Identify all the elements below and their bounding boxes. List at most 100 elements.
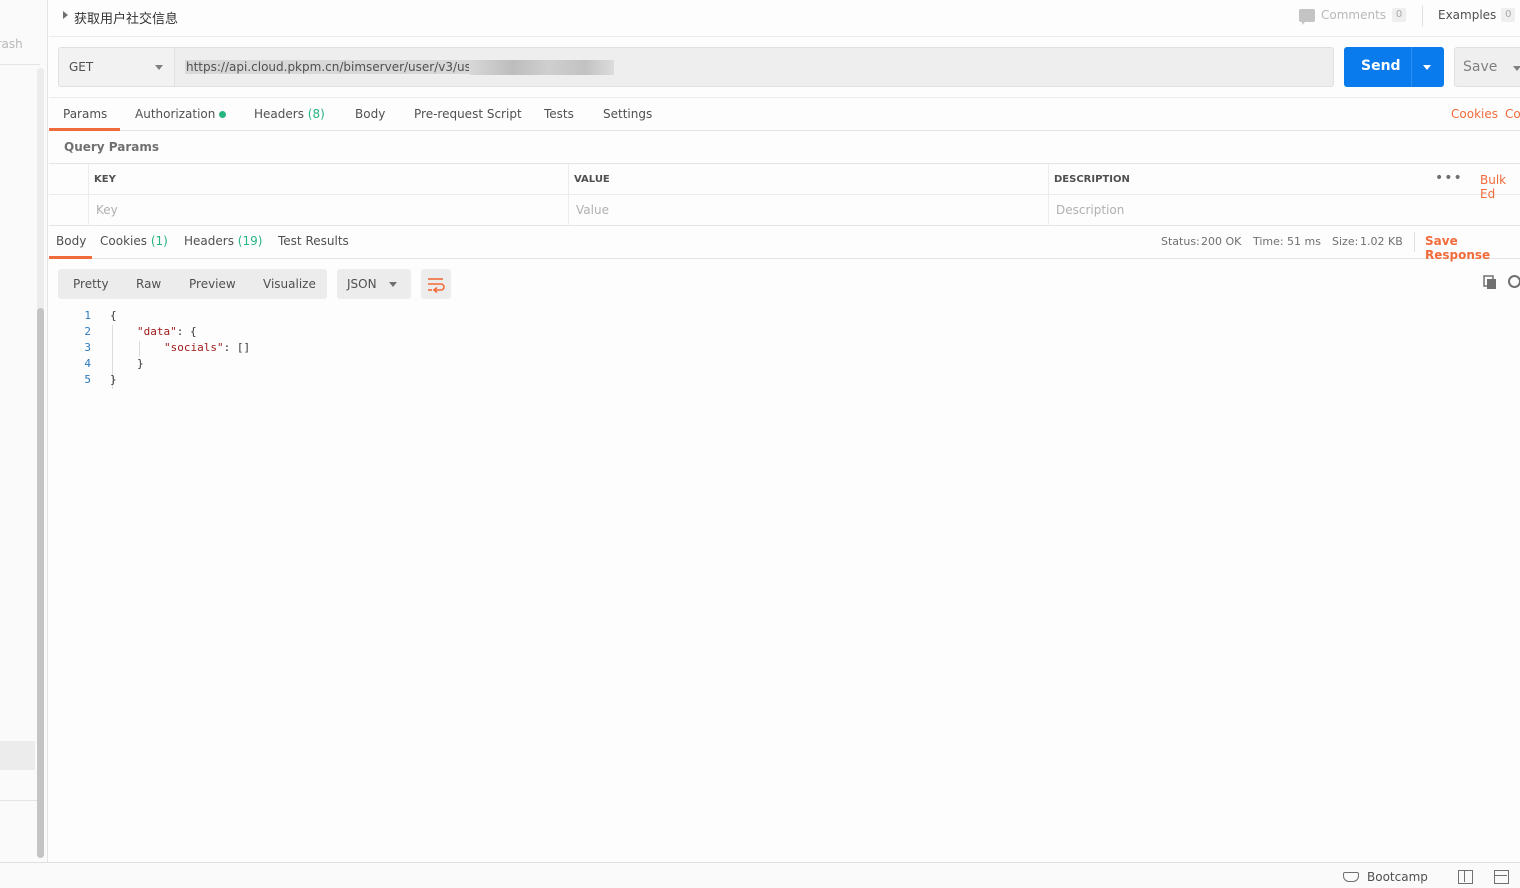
size-label: Size: bbox=[1332, 235, 1359, 248]
url-text: https://api.cloud.pkpm.cn/bimserver/user… bbox=[185, 60, 491, 74]
url-input[interactable]: https://api.cloud.pkpm.cn/bimserver/user… bbox=[174, 47, 1334, 87]
comments-button[interactable]: Comments 0 bbox=[1299, 8, 1407, 25]
line-number: 3 bbox=[84, 341, 91, 354]
request-tabs: Params Authorization Headers (8) Body Pr… bbox=[49, 97, 1520, 131]
json-punct: : { bbox=[176, 325, 197, 338]
method-select[interactable]: GET bbox=[58, 47, 174, 87]
save-response-button[interactable]: Save Response bbox=[1425, 234, 1520, 262]
value-input[interactable]: Value bbox=[576, 203, 609, 217]
sidebar-item-trash[interactable]: Trash bbox=[0, 37, 23, 51]
tab-response-headers-label: Headers bbox=[184, 234, 234, 248]
column-divider bbox=[568, 164, 569, 226]
query-params-table: KEY VALUE DESCRIPTION ••• Bulk Ed Key Va… bbox=[49, 163, 1520, 226]
wrap-lines-icon bbox=[428, 278, 445, 294]
view-preview-button[interactable]: Preview bbox=[189, 277, 236, 291]
send-label: Send bbox=[1361, 58, 1401, 74]
view-visualize-button[interactable]: Visualize bbox=[263, 277, 316, 291]
wrap-lines-button[interactable] bbox=[421, 269, 451, 299]
json-key: "socials" bbox=[164, 341, 224, 354]
key-input[interactable]: Key bbox=[96, 203, 118, 217]
description-input[interactable]: Description bbox=[1056, 203, 1124, 217]
line-number: 4 bbox=[84, 357, 91, 370]
code-line: "socials": [] bbox=[164, 341, 250, 354]
code-line: "data": { bbox=[137, 325, 197, 338]
query-params-title: Query Params bbox=[64, 140, 160, 154]
column-divider bbox=[88, 164, 89, 226]
tab-authorization[interactable]: Authorization bbox=[135, 107, 227, 121]
status-value: 200 OK bbox=[1201, 235, 1242, 248]
tab-authorization-label: Authorization bbox=[135, 107, 216, 121]
table-header-row bbox=[49, 164, 1520, 195]
send-split-divider bbox=[1411, 47, 1412, 87]
tab-body[interactable]: Body bbox=[355, 107, 385, 121]
tab-headers-label: Headers bbox=[254, 107, 304, 121]
send-options-chevron-icon[interactable] bbox=[1423, 65, 1431, 70]
sidebar: Trash bbox=[0, 0, 48, 862]
divider bbox=[1414, 232, 1415, 252]
tab-response-headers-count: (19) bbox=[237, 234, 263, 248]
tab-prerequest-script[interactable]: Pre-request Script bbox=[414, 107, 522, 121]
method-label: GET bbox=[69, 60, 94, 74]
tab-headers-count: (8) bbox=[307, 107, 325, 121]
sidebar-divider bbox=[0, 64, 40, 65]
time-value: 51 ms bbox=[1287, 235, 1321, 248]
response-tabs: Body Cookies (1) Headers (19) Test Resul… bbox=[49, 226, 1520, 262]
view-mode-segmented-control: Pretty Raw Preview Visualize bbox=[58, 269, 327, 299]
sidebar-scrollbar-thumb[interactable] bbox=[37, 308, 44, 858]
expand-caret-icon[interactable] bbox=[63, 11, 68, 19]
time-label: Time: bbox=[1253, 235, 1284, 248]
code-line: } bbox=[137, 357, 144, 370]
tab-response-body[interactable]: Body bbox=[56, 234, 86, 248]
code-line: { bbox=[110, 309, 117, 322]
indent-guide bbox=[139, 341, 140, 357]
tab-headers[interactable]: Headers (8) bbox=[254, 107, 325, 121]
cookies-link[interactable]: Cookies bbox=[1451, 107, 1498, 121]
tab-settings[interactable]: Settings bbox=[603, 107, 652, 121]
search-icon[interactable] bbox=[1508, 275, 1520, 288]
request-pane: 获取用户社交信息 Comments 0 Examples 0 GET https… bbox=[49, 0, 1520, 862]
tab-test-results[interactable]: Test Results bbox=[278, 234, 349, 248]
sidebar-divider bbox=[0, 800, 40, 801]
bootcamp-label: Bootcamp bbox=[1367, 870, 1428, 884]
status-label: Status: bbox=[1161, 235, 1200, 248]
examples-button[interactable]: Examples 0 bbox=[1438, 8, 1516, 22]
bulk-edit-link[interactable]: Bulk Ed bbox=[1480, 173, 1520, 201]
status-bar: Bootcamp bbox=[0, 862, 1520, 888]
format-label: JSON bbox=[347, 277, 377, 291]
examples-label: Examples bbox=[1438, 8, 1497, 22]
bootcamp-button[interactable]: Bootcamp bbox=[1343, 870, 1428, 884]
line-number: 5 bbox=[84, 373, 91, 386]
layout-toggle-icon[interactable] bbox=[1494, 870, 1509, 884]
tab-response-cookies[interactable]: Cookies (1) bbox=[100, 234, 168, 248]
more-options-icon[interactable]: ••• bbox=[1435, 170, 1463, 186]
save-button[interactable]: Save bbox=[1454, 47, 1520, 87]
chevron-down-icon bbox=[155, 65, 163, 70]
copy-icon[interactable] bbox=[1483, 275, 1497, 289]
save-options-chevron-icon[interactable] bbox=[1513, 66, 1520, 71]
divider bbox=[1422, 6, 1423, 26]
active-tab-indicator bbox=[49, 128, 120, 131]
examples-count-badge: 0 bbox=[1501, 8, 1516, 22]
comments-label: Comments bbox=[1321, 8, 1387, 22]
active-tab-indicator bbox=[49, 256, 92, 259]
chevron-down-icon bbox=[389, 282, 397, 287]
format-select[interactable]: JSON bbox=[337, 269, 411, 299]
view-pretty-button[interactable]: Pretty bbox=[73, 277, 109, 291]
size-value: 1.02 KB bbox=[1360, 235, 1403, 248]
status-dot-icon bbox=[219, 111, 227, 118]
divider bbox=[49, 36, 1520, 37]
two-pane-view-icon[interactable] bbox=[1458, 870, 1473, 884]
json-punct: : [] bbox=[223, 341, 251, 354]
send-button[interactable]: Send bbox=[1344, 47, 1444, 87]
view-raw-button[interactable]: Raw bbox=[136, 277, 161, 291]
request-title[interactable]: 获取用户社交信息 bbox=[74, 8, 178, 27]
sidebar-selected-item[interactable] bbox=[0, 741, 35, 770]
tab-response-headers[interactable]: Headers (19) bbox=[184, 234, 262, 248]
code-link[interactable]: Co bbox=[1505, 107, 1520, 121]
column-header-key: KEY bbox=[94, 174, 116, 185]
graduation-cap-icon bbox=[1343, 872, 1359, 882]
save-label: Save bbox=[1463, 59, 1498, 75]
tab-tests[interactable]: Tests bbox=[544, 107, 574, 121]
tab-params[interactable]: Params bbox=[63, 107, 107, 121]
tab-response-cookies-count: (1) bbox=[150, 234, 168, 248]
